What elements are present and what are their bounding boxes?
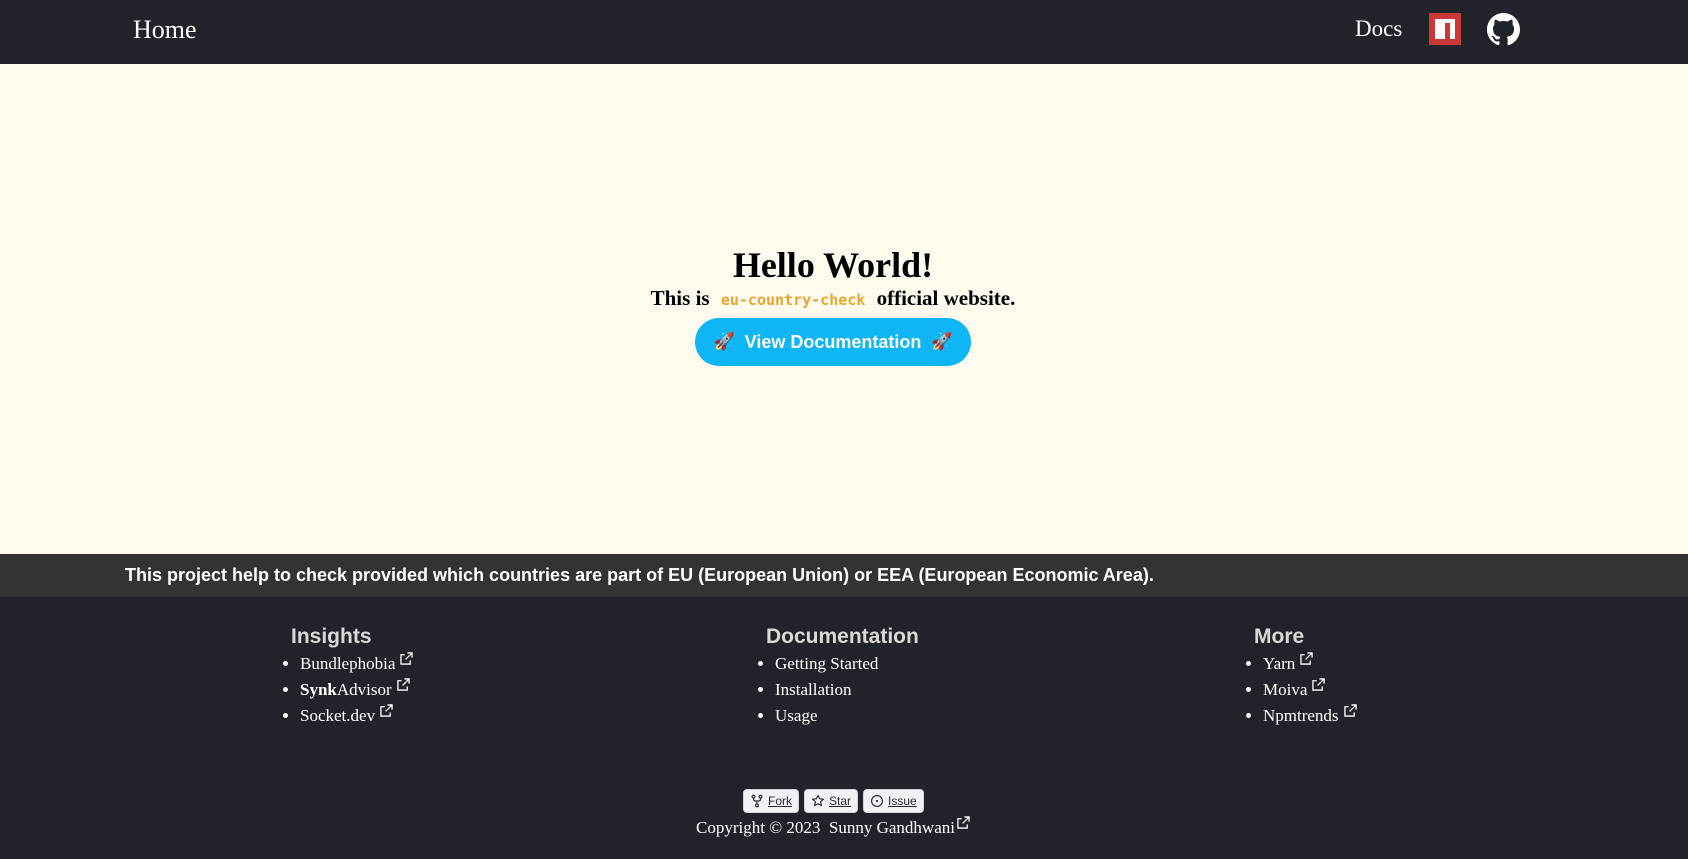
socket-dev-link[interactable]: Socket.dev bbox=[300, 704, 393, 725]
installation-link[interactable]: Installation bbox=[775, 680, 851, 699]
moiva-link[interactable]: Moiva bbox=[1263, 678, 1326, 699]
footer-list: Bundlephobia SynkAdvisor Socket.dev bbox=[282, 651, 414, 729]
list-item: Getting Started bbox=[775, 651, 919, 677]
fork-button[interactable]: Fork bbox=[743, 789, 799, 813]
list-item: SynkAdvisor bbox=[300, 677, 413, 703]
star-icon bbox=[812, 794, 824, 807]
tagline-bar: This project help to check provided whic… bbox=[0, 554, 1688, 597]
github-icon bbox=[1487, 13, 1520, 46]
usage-link[interactable]: Usage bbox=[775, 706, 817, 725]
top-navbar: Home Docs bbox=[0, 0, 1688, 64]
fork-label: Fork bbox=[768, 794, 792, 808]
subtitle-suffix: official website. bbox=[876, 286, 1016, 310]
cta-label: View Documentation bbox=[744, 331, 922, 352]
subtitle-prefix: This is bbox=[650, 286, 710, 310]
star-button[interactable]: Star bbox=[804, 789, 859, 813]
yarn-link[interactable]: Yarn bbox=[1263, 652, 1314, 673]
rocket-icon: 🚀 bbox=[713, 332, 735, 351]
list-item: Installation bbox=[775, 677, 919, 703]
footer-heading: Insights bbox=[291, 625, 372, 648]
hero-subtitle: This is eu-country-check official websit… bbox=[0, 286, 1666, 311]
synkadvisor-link[interactable]: SynkAdvisor bbox=[300, 678, 410, 699]
view-documentation-button[interactable]: 🚀 View Documentation 🚀 bbox=[695, 318, 971, 366]
external-link-icon bbox=[1300, 652, 1314, 665]
author-link[interactable]: Sunny Gandhwani bbox=[829, 816, 970, 837]
hero-title: Hello World! bbox=[732, 245, 934, 285]
npm-icon bbox=[1429, 13, 1461, 45]
issue-icon bbox=[871, 795, 884, 807]
list-item: Yarn bbox=[1263, 651, 1357, 677]
list-item: Moiva bbox=[1263, 677, 1357, 703]
footer: Insights Bundlephobia SynkAdvisor Socket… bbox=[0, 597, 1688, 859]
external-link-icon bbox=[380, 704, 393, 717]
fork-icon bbox=[751, 794, 763, 808]
external-link-icon bbox=[957, 816, 970, 829]
copyright: Copyright © 2023 Sunny Gandhwani bbox=[0, 816, 1666, 838]
footer-column-insights: Insights Bundlephobia SynkAdvisor Socket… bbox=[291, 625, 414, 729]
npmtrends-link[interactable]: Npmtrends bbox=[1263, 704, 1357, 725]
footer-heading: More bbox=[1254, 625, 1305, 648]
hero-section: Hello World! This is eu-country-check of… bbox=[0, 64, 1688, 554]
copyright-text: Copyright © 2023 bbox=[696, 818, 821, 837]
bundlephobia-link[interactable]: Bundlephobia bbox=[300, 652, 414, 673]
external-link-icon bbox=[1312, 678, 1326, 691]
github-buttons: Fork Star Issue bbox=[743, 789, 924, 813]
external-link-icon bbox=[1343, 704, 1357, 717]
external-link-icon bbox=[400, 652, 414, 665]
issue-button[interactable]: Issue bbox=[863, 789, 924, 813]
getting-started-link[interactable]: Getting Started bbox=[775, 654, 878, 673]
star-label: Star bbox=[829, 794, 852, 808]
list-item: Bundlephobia bbox=[300, 651, 414, 677]
footer-heading: Documentation bbox=[766, 625, 919, 648]
list-item: Socket.dev bbox=[300, 703, 413, 729]
issue-label: Issue bbox=[888, 794, 917, 808]
external-link-icon bbox=[396, 678, 410, 691]
footer-column-more: More Yarn Moiva Npmtrends bbox=[1254, 625, 1357, 729]
list-item: Npmtrends bbox=[1263, 703, 1357, 729]
footer-column-documentation: Documentation Getting Started Installati… bbox=[766, 625, 919, 729]
nav-docs-link[interactable]: Docs bbox=[1355, 16, 1402, 42]
project-tagline: This project help to check provided whic… bbox=[125, 565, 1154, 585]
footer-list: Yarn Moiva Npmtrends bbox=[1245, 651, 1357, 729]
rocket-icon: 🚀 bbox=[931, 332, 953, 351]
footer-list: Getting Started Installation Usage bbox=[757, 651, 919, 729]
nav-home-link[interactable]: Home bbox=[133, 15, 197, 45]
package-name: eu-country-check bbox=[720, 291, 866, 309]
list-item: Usage bbox=[775, 703, 919, 729]
